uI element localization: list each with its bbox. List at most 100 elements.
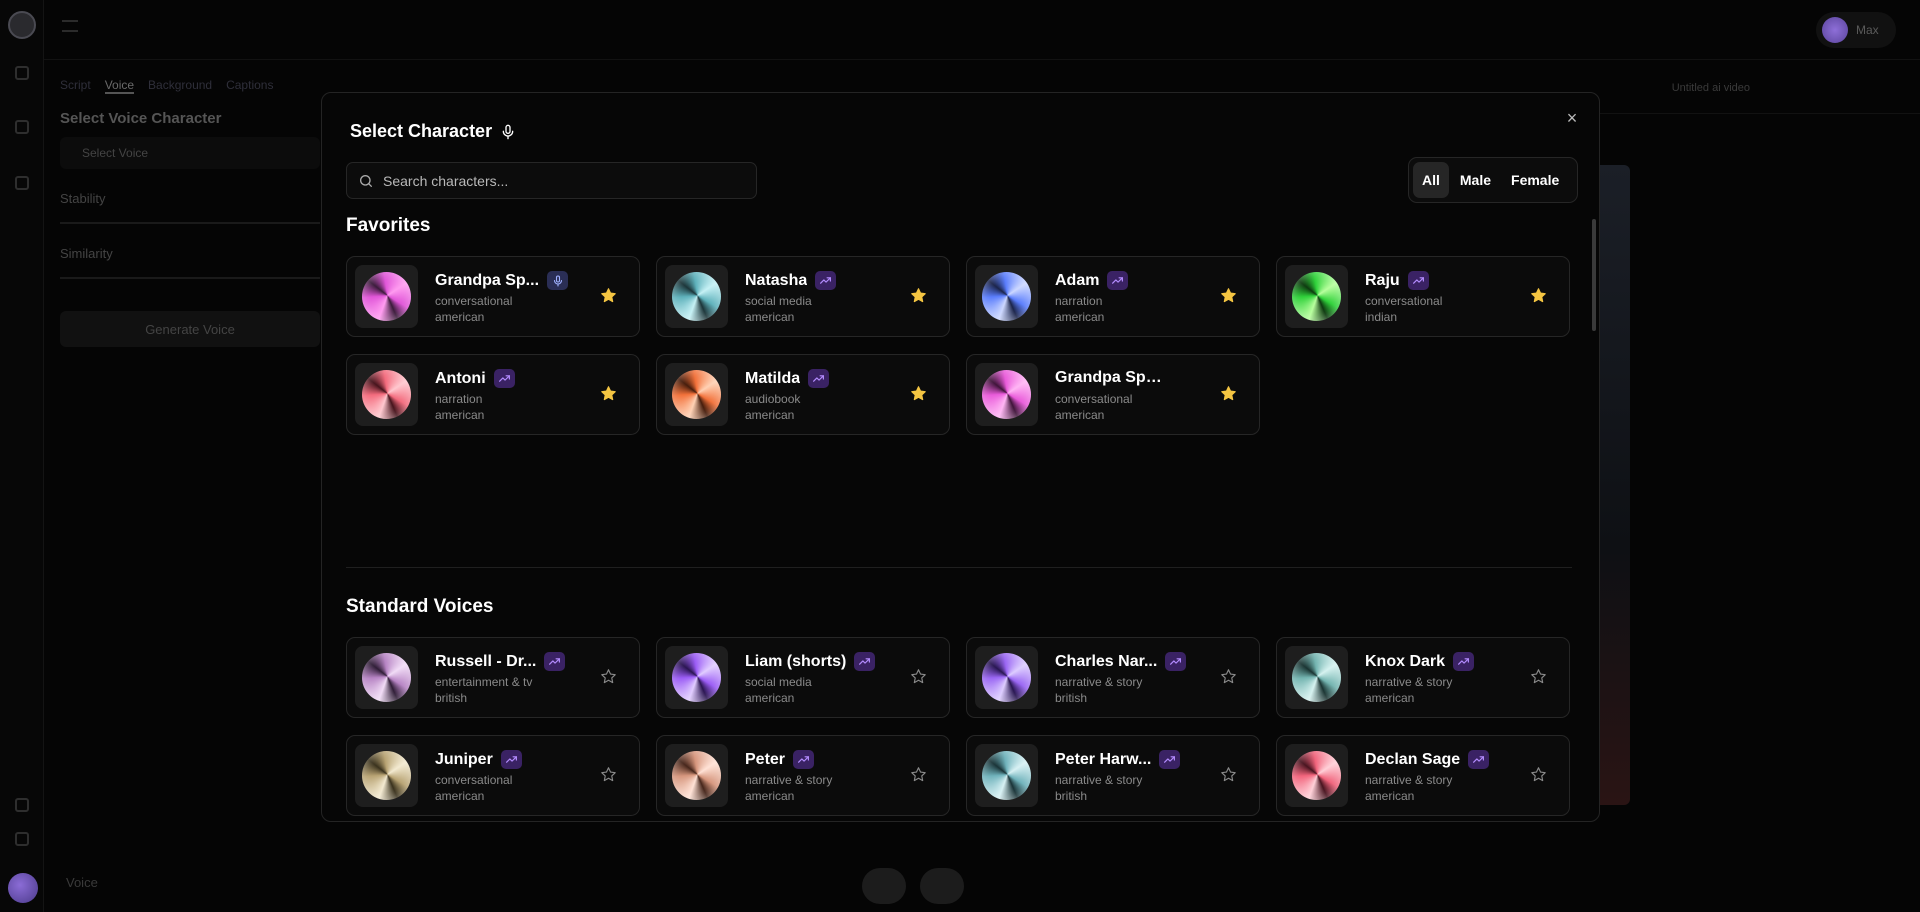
character-card[interactable]: Charles Nar... narrative & story british: [966, 637, 1260, 718]
character-name: Natasha: [745, 271, 808, 289]
voice-orb-icon: [672, 653, 721, 702]
help-icon[interactable]: [15, 832, 29, 846]
character-card[interactable]: Juniper conversational american: [346, 735, 640, 816]
star-filled-icon[interactable]: [910, 385, 927, 402]
character-avatar: [355, 646, 418, 709]
top-bar: Max: [44, 0, 1920, 60]
tab-captions[interactable]: Captions: [226, 78, 273, 94]
character-card[interactable]: Peter Harw... narrative & story british: [966, 735, 1260, 816]
tab-script[interactable]: Script: [60, 78, 91, 94]
character-category: narrative & story: [1365, 675, 1453, 689]
character-accent: british: [435, 691, 468, 705]
trending-icon: [1468, 750, 1490, 769]
star-outline-icon[interactable]: [600, 668, 617, 685]
star-outline-icon[interactable]: [1530, 766, 1547, 783]
profile-menu[interactable]: Max: [1816, 12, 1896, 48]
character-card[interactable]: Peter narrative & story american: [656, 735, 950, 816]
scrollbar[interactable]: [1592, 219, 1596, 331]
video-icon[interactable]: [15, 120, 29, 134]
tab-background[interactable]: Background: [148, 78, 212, 94]
section-divider: [346, 567, 1572, 568]
character-accent: american: [1365, 789, 1415, 803]
star-outline-icon[interactable]: [1220, 766, 1237, 783]
character-card[interactable]: Adam narration american: [966, 256, 1260, 337]
trending-icon: [1165, 652, 1187, 671]
character-avatar: [975, 363, 1038, 426]
star-filled-icon[interactable]: [1220, 287, 1237, 304]
generate-voice-button[interactable]: Generate Voice: [60, 311, 320, 347]
profile-name: Max: [1856, 23, 1879, 37]
character-category: audiobook: [745, 392, 801, 406]
star-outline-icon[interactable]: [910, 766, 927, 783]
star-filled-icon[interactable]: [600, 385, 617, 402]
character-avatar: [665, 744, 728, 807]
filter-female-button[interactable]: Female: [1502, 162, 1568, 198]
character-card[interactable]: Matilda audiobook american: [656, 354, 950, 435]
character-category: narration: [1055, 294, 1103, 308]
star-outline-icon[interactable]: [1530, 668, 1547, 685]
home-icon[interactable]: [15, 66, 29, 80]
character-card[interactable]: Raju conversational indian: [1276, 256, 1570, 337]
character-card[interactable]: Declan Sage narrative & story american: [1276, 735, 1570, 816]
menu-icon[interactable]: [62, 20, 78, 32]
tab-voice[interactable]: Voice: [104, 78, 135, 94]
search-input[interactable]: [383, 163, 743, 198]
character-category: social media: [745, 675, 812, 689]
star-outline-icon[interactable]: [600, 766, 617, 783]
star-outline-icon[interactable]: [910, 668, 927, 685]
search-icon: [360, 175, 372, 187]
project-title: Untitled ai video: [1671, 82, 1750, 94]
character-accent: american: [745, 310, 795, 324]
search-box: [346, 162, 757, 199]
character-category: narrative & story: [1055, 675, 1143, 689]
prev-button[interactable]: [862, 868, 906, 904]
character-card[interactable]: Liam (shorts) social media american: [656, 637, 950, 718]
stability-label: Stability: [60, 191, 320, 224]
app-logo[interactable]: [8, 11, 36, 39]
trending-icon: [793, 750, 815, 769]
character-name-row: Peter Harw...: [1055, 750, 1181, 769]
character-category: conversational: [435, 773, 513, 787]
star-filled-icon[interactable]: [1220, 385, 1237, 402]
close-button[interactable]: ×: [1561, 107, 1583, 129]
character-card[interactable]: Grandpa Spuds ... conversational american: [966, 354, 1260, 435]
voice-select[interactable]: Select Voice: [60, 137, 320, 169]
trending-icon: [493, 369, 515, 388]
filter-male-button[interactable]: Male: [1451, 162, 1500, 198]
character-name: Raju: [1365, 271, 1400, 289]
character-name: Matilda: [745, 369, 801, 387]
character-accent: british: [1055, 789, 1088, 803]
voice-orb-icon: [1292, 751, 1341, 800]
character-card[interactable]: Knox Dark narrative & story american: [1276, 637, 1570, 718]
character-list[interactable]: Favorites Grandpa Sp... conversational ame…: [346, 211, 1572, 821]
character-card[interactable]: Antoni narration american: [346, 354, 640, 435]
voice-panel-title: Select Voice Character: [60, 110, 222, 127]
star-filled-icon[interactable]: [910, 287, 927, 304]
character-accent: indian: [1365, 310, 1398, 324]
character-category: conversational: [435, 294, 513, 308]
settings-icon[interactable]: [15, 798, 29, 812]
character-name: Grandpa Sp...: [435, 271, 540, 289]
tools-icon[interactable]: [15, 176, 29, 190]
next-button[interactable]: [920, 868, 964, 904]
star-filled-icon[interactable]: [600, 287, 617, 304]
character-name-row: Russell - Dr...: [435, 652, 566, 671]
character-card[interactable]: Natasha social media american: [656, 256, 950, 337]
favorites-heading: Favorites: [346, 215, 431, 236]
filter-all-button[interactable]: All: [1413, 162, 1449, 198]
user-avatar[interactable]: [8, 873, 38, 903]
star-filled-icon[interactable]: [1530, 287, 1547, 304]
character-card[interactable]: Russell - Dr... entertainment & tv british: [346, 637, 640, 718]
voice-orb-icon: [362, 272, 411, 321]
microphone-icon: [502, 124, 514, 139]
cloned-voice-microphone-icon: [547, 271, 569, 290]
character-accent: american: [745, 408, 795, 422]
trending-icon: [854, 652, 876, 671]
trending-icon: [808, 369, 830, 388]
character-name-row: Liam (shorts): [745, 652, 876, 671]
character-name: Adam: [1055, 271, 1100, 289]
character-name: Declan Sage: [1365, 750, 1461, 768]
star-outline-icon[interactable]: [1220, 668, 1237, 685]
character-card[interactable]: Grandpa Sp... conversational american: [346, 256, 640, 337]
voice-orb-icon: [362, 653, 411, 702]
